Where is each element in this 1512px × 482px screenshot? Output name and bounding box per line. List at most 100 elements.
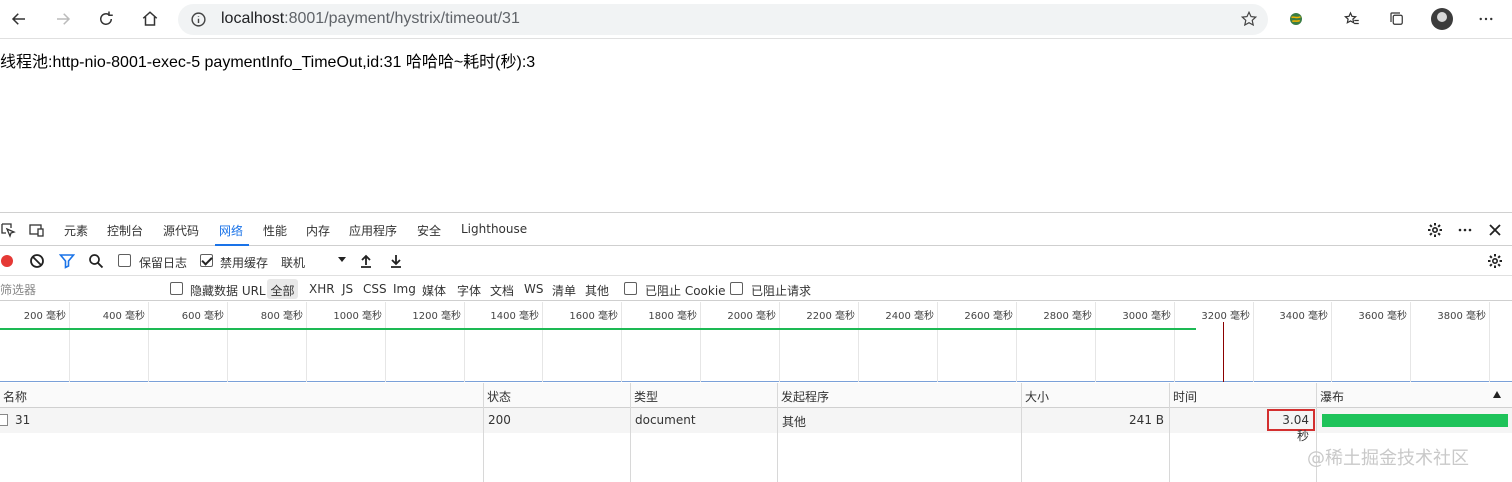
- overview-tick-label: 2000 毫秒: [727, 311, 776, 322]
- settings-gear-icon[interactable]: [1427, 222, 1443, 238]
- more-dots-icon: [1479, 17, 1493, 21]
- filter-type-font[interactable]: 字体: [457, 282, 481, 299]
- tab-memory[interactable]: 内存: [306, 222, 330, 239]
- extension-button[interactable]: [1283, 6, 1309, 32]
- device-emulation-icon[interactable]: [29, 222, 45, 238]
- column-header-initiator[interactable]: 发起程序: [778, 383, 1022, 408]
- close-icon[interactable]: [1487, 222, 1503, 238]
- extension-globe-icon: [1290, 13, 1302, 25]
- column-header-name[interactable]: 名称: [0, 383, 484, 408]
- devtools-panel: 元素 控制台 源代码 网络 性能 内存 应用程序 安全 Lighthouse 保…: [0, 212, 1512, 482]
- filter-input[interactable]: 筛选器: [0, 278, 160, 299]
- disable-cache-label: 禁用缓存: [220, 256, 269, 270]
- tab-elements[interactable]: 元素: [64, 222, 88, 239]
- tab-lighthouse[interactable]: Lighthouse: [461, 222, 527, 236]
- filter-type-doc[interactable]: 文档: [490, 282, 514, 299]
- overview-tick-label: 200 毫秒: [23, 311, 66, 322]
- overview-tick-label: 600 毫秒: [181, 311, 224, 322]
- overview-load-marker: [1223, 322, 1224, 382]
- overview-tick-label: 3000 毫秒: [1122, 311, 1171, 322]
- url-host: localhost: [221, 10, 285, 27]
- record-button[interactable]: [1, 255, 13, 267]
- star-icon[interactable]: [1240, 10, 1258, 28]
- overview-tick-label: 3800 毫秒: [1437, 311, 1486, 322]
- cell-status: 200: [488, 413, 511, 427]
- overview-tick-label: 2800 毫秒: [1043, 311, 1092, 322]
- more-button[interactable]: [1473, 6, 1499, 32]
- filter-type-all[interactable]: 全部: [267, 279, 298, 299]
- filter-type-ws[interactable]: WS: [524, 282, 543, 296]
- cell-type: document: [635, 413, 696, 427]
- column-divider[interactable]: [1169, 383, 1170, 482]
- throttling-select[interactable]: 联机: [281, 254, 305, 271]
- tab-performance[interactable]: 性能: [263, 222, 287, 239]
- reload-button[interactable]: [93, 6, 119, 32]
- waterfall-bar[interactable]: [1322, 414, 1508, 427]
- disable-cache-checkbox[interactable]: [200, 254, 213, 267]
- tab-application[interactable]: 应用程序: [349, 222, 397, 239]
- column-header-size[interactable]: 大小: [1022, 383, 1170, 408]
- favorites-button[interactable]: [1339, 6, 1365, 32]
- column-header-waterfall[interactable]: 瀑布: [1317, 383, 1512, 408]
- overview-tick-label: 3200 毫秒: [1201, 311, 1250, 322]
- filter-type-xhr[interactable]: XHR: [309, 282, 335, 296]
- cell-initiator: 其他: [782, 415, 807, 429]
- tab-sources[interactable]: 源代码: [163, 222, 199, 239]
- tab-console[interactable]: 控制台: [107, 222, 143, 239]
- home-button[interactable]: [137, 6, 163, 32]
- back-button[interactable]: [6, 6, 32, 32]
- column-divider[interactable]: [777, 383, 778, 482]
- info-icon[interactable]: [190, 11, 207, 28]
- cell-name[interactable]: 31: [15, 413, 30, 427]
- overview-tick-label: 3400 毫秒: [1279, 311, 1328, 322]
- tab-security[interactable]: 安全: [417, 222, 441, 239]
- cell-time-highlighted: 3.04 秒: [1267, 409, 1315, 443]
- blocked-requests-checkbox[interactable]: [730, 282, 743, 295]
- table-row[interactable]: 31 200 document 其他 241 B 3.04 秒: [0, 408, 1512, 443]
- filter-type-media[interactable]: 媒体: [422, 282, 446, 299]
- tab-network[interactable]: 网络: [219, 222, 243, 239]
- page-response-text: 线程池:http-nio-8001-exec-5 paymentInfo_Tim…: [0, 54, 536, 71]
- network-settings-gear-icon[interactable]: [1487, 253, 1503, 269]
- overview-tick-label: 800 毫秒: [260, 311, 303, 322]
- overview-tick-label: 3600 毫秒: [1358, 311, 1407, 322]
- blocked-cookies-checkbox[interactable]: [624, 282, 637, 295]
- chevron-down-icon: [338, 257, 346, 262]
- url-path: :8001/payment/hystrix/timeout/31: [284, 10, 520, 27]
- overview-tick-label: 1200 毫秒: [412, 311, 461, 322]
- filter-funnel-icon[interactable]: [59, 253, 75, 269]
- request-table: 名称 状态 类型 发起程序 大小 时间 瀑布 31 200 document 其…: [0, 383, 1512, 482]
- filter-type-other[interactable]: 其他: [585, 282, 609, 299]
- filter-type-img[interactable]: Img: [393, 282, 416, 296]
- export-har-icon[interactable]: [388, 253, 404, 269]
- arrow-left-icon: [11, 13, 25, 25]
- profile-avatar[interactable]: [1431, 8, 1453, 30]
- inspect-element-icon[interactable]: [0, 222, 16, 238]
- hide-data-urls-checkbox[interactable]: [170, 282, 183, 295]
- browser-toolbar: localhost:8001/payment/hystrix/timeout/3…: [0, 0, 1512, 39]
- column-divider[interactable]: [483, 383, 484, 482]
- favorites-icon: [1343, 11, 1359, 25]
- search-icon[interactable]: [88, 253, 104, 269]
- network-overview-timeline[interactable]: 200 毫秒 400 毫秒 600 毫秒 800 毫秒 1000 毫秒 1200 毫秒 14…: [0, 302, 1512, 382]
- column-header-status[interactable]: 状态: [484, 383, 631, 408]
- filter-type-manifest[interactable]: 清单: [552, 282, 576, 299]
- column-divider[interactable]: [1021, 383, 1022, 482]
- column-header-time[interactable]: 时间: [1170, 383, 1317, 408]
- filter-type-js[interactable]: JS: [342, 282, 353, 296]
- forward-button[interactable]: [50, 6, 76, 32]
- filter-type-css[interactable]: CSS: [363, 282, 387, 296]
- network-toolbar: 保留日志 禁用缓存 联机: [0, 246, 1512, 276]
- preserve-log-checkbox[interactable]: [118, 254, 131, 267]
- devtools-more-icon[interactable]: [1457, 222, 1473, 238]
- collections-button[interactable]: [1384, 6, 1410, 32]
- blocked-requests-label: 已阻止请求: [751, 284, 812, 298]
- column-divider[interactable]: [630, 383, 631, 482]
- overview-tick-label: 1600 毫秒: [569, 311, 618, 322]
- reload-icon: [100, 11, 113, 25]
- import-har-icon[interactable]: [358, 253, 374, 269]
- column-header-type[interactable]: 类型: [631, 383, 778, 408]
- address-bar[interactable]: localhost:8001/payment/hystrix/timeout/3…: [178, 4, 1268, 35]
- clear-icon[interactable]: [29, 253, 45, 269]
- overview-tick-label: 2200 毫秒: [806, 311, 855, 322]
